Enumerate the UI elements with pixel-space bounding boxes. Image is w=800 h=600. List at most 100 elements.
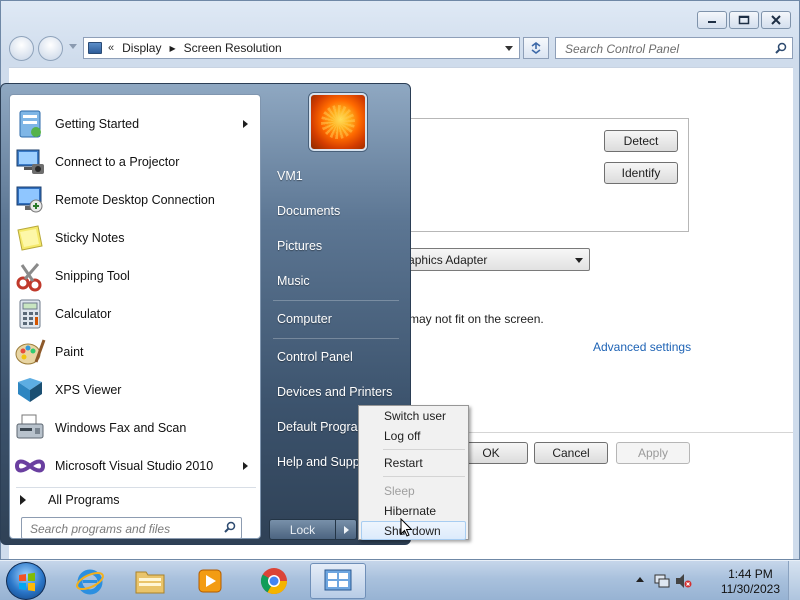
program-label: Windows Fax and Scan (55, 421, 187, 435)
maximize-icon (738, 15, 750, 25)
taskbar-chrome[interactable] (248, 563, 300, 599)
menu-item-sleep: Sleep (384, 483, 415, 498)
taskbar-internet-explorer[interactable] (64, 563, 116, 599)
program-label: Getting Started (55, 117, 140, 131)
program-fax-scan[interactable]: Windows Fax and Scan (10, 409, 260, 447)
search-placeholder: Search Control Panel (565, 42, 680, 56)
programs-pane: Getting Started Connect to a Projector R… (9, 94, 261, 539)
maximize-button[interactable] (729, 11, 759, 29)
projector-icon (16, 149, 44, 174)
taskbar-control-panel[interactable] (310, 563, 366, 599)
right-item-control-panel[interactable]: Control Panel (271, 342, 401, 372)
program-label: Paint (55, 345, 84, 359)
xps-viewer-icon (18, 378, 42, 402)
program-connect-projector[interactable]: Connect to a Projector (10, 143, 260, 181)
start-search-input[interactable]: Search programs and files (21, 517, 242, 539)
right-item-devices-printers[interactable]: Devices and Printers (271, 377, 401, 407)
program-getting-started[interactable]: Getting Started (10, 105, 260, 143)
menu-separator (383, 476, 465, 477)
divider (273, 300, 399, 301)
right-item-pictures[interactable]: Pictures (271, 231, 401, 261)
cancel-button[interactable]: Cancel (534, 442, 608, 464)
right-item-documents[interactable]: Documents (271, 196, 401, 226)
windows-explorer-icon (135, 571, 165, 594)
chrome-icon (260, 568, 288, 595)
program-xps-viewer[interactable]: XPS Viewer (10, 371, 260, 409)
all-programs-button[interactable]: All Programs (10, 487, 260, 513)
right-item-user[interactable]: VM1 (271, 161, 401, 191)
show-hidden-icons-button[interactable] (636, 577, 644, 582)
fax-scan-icon (16, 414, 44, 439)
menu-item-restart[interactable]: Restart (361, 453, 466, 472)
address-bar[interactable]: « Display ▶ Screen Resolution (83, 37, 520, 59)
program-visual-studio[interactable]: Microsoft Visual Studio 2010 (10, 447, 260, 485)
network-icon[interactable] (654, 573, 670, 589)
menu-item-switch-user[interactable]: Switch user (361, 406, 466, 425)
search-icon[interactable] (224, 521, 236, 533)
sticky-notes-icon (17, 225, 43, 251)
fit-warning-text: may not fit on the screen. (409, 312, 544, 326)
control-panel-search-input[interactable]: Search Control Panel (555, 37, 793, 59)
recent-pages-dropdown[interactable] (69, 44, 77, 49)
advanced-settings-link[interactable]: Advanced settings (593, 340, 691, 354)
right-item-computer[interactable]: Computer (271, 304, 401, 334)
program-calculator[interactable]: Calculator (10, 295, 260, 333)
visual-studio-icon (14, 459, 46, 473)
breadcrumb-separator-icon[interactable]: ▶ (169, 44, 175, 53)
taskbar-media-player[interactable] (184, 563, 236, 599)
program-label: XPS Viewer (55, 383, 122, 397)
chevron-down-icon (575, 258, 583, 263)
remote-desktop-icon (16, 186, 43, 213)
program-label: Snipping Tool (55, 269, 130, 283)
internet-explorer-icon (76, 569, 104, 595)
calculator-icon (19, 299, 41, 329)
taskbar-windows-explorer[interactable] (124, 563, 176, 599)
media-player-icon (198, 569, 222, 593)
divider (273, 338, 399, 339)
start-button[interactable] (6, 562, 46, 600)
program-remote-desktop[interactable]: Remote Desktop Connection (10, 181, 260, 219)
close-icon (771, 15, 781, 25)
minimize-icon (708, 21, 716, 23)
windows-logo-icon (19, 572, 35, 592)
snipping-tool-icon (16, 263, 42, 292)
lock-button[interactable]: Lock (269, 519, 336, 540)
close-button[interactable] (761, 11, 791, 29)
navigation-bar: « Display ▶ Screen Resolution Search Con… (9, 35, 793, 61)
search-icon[interactable] (775, 42, 787, 54)
right-item-music[interactable]: Music (271, 266, 401, 296)
address-dropdown-icon[interactable] (505, 46, 513, 51)
taskbar: 1:44 PM 11/30/2023 (0, 560, 800, 600)
forward-button[interactable] (38, 36, 63, 61)
identify-button[interactable]: Identify (604, 162, 678, 184)
user-account-picture[interactable] (309, 93, 367, 151)
detect-button[interactable]: Detect (604, 130, 678, 152)
breadcrumb-display[interactable]: Display (122, 41, 161, 55)
search-placeholder: Search programs and files (30, 522, 171, 536)
window-controls (697, 11, 791, 29)
all-programs-label: All Programs (48, 493, 120, 507)
refresh-button[interactable] (523, 37, 549, 59)
menu-item-log-off[interactable]: Log off (361, 426, 466, 445)
minimize-button[interactable] (697, 11, 727, 29)
program-sticky-notes[interactable]: Sticky Notes (10, 219, 260, 257)
mouse-cursor-icon (400, 518, 413, 537)
paint-icon (15, 339, 46, 365)
back-button[interactable] (9, 36, 34, 61)
all-programs-arrow-icon (20, 495, 26, 505)
program-label: Connect to a Projector (55, 155, 180, 169)
power-options-arrow-button[interactable] (335, 519, 357, 540)
program-snipping-tool[interactable]: Snipping Tool (10, 257, 260, 295)
program-label: Calculator (55, 307, 112, 321)
program-paint[interactable]: Paint (10, 333, 260, 371)
clock-date: 11/30/2023 (720, 582, 780, 596)
program-label: Microsoft Visual Studio 2010 (55, 459, 214, 473)
submenu-arrow-icon[interactable] (243, 462, 248, 470)
taskbar-clock[interactable]: 1:44 PM 11/30/2023 (721, 567, 780, 597)
show-desktop-button[interactable] (788, 561, 800, 600)
submenu-arrow-icon[interactable] (243, 120, 248, 128)
overflow-chevron[interactable]: « (108, 42, 114, 54)
breadcrumb-screen-resolution[interactable]: Screen Resolution (184, 41, 282, 55)
getting-started-icon (19, 110, 41, 138)
volume-muted-icon[interactable] (674, 573, 692, 589)
